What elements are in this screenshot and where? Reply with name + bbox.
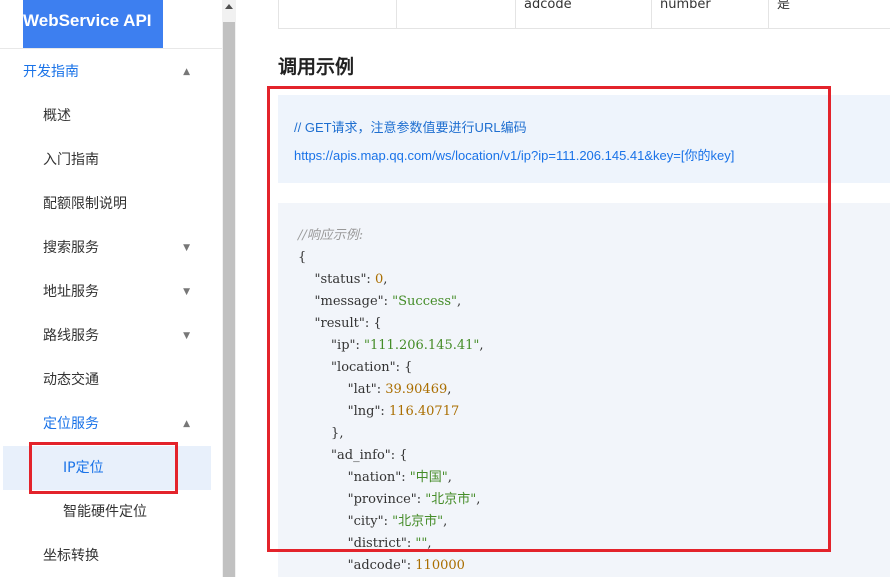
sidebar-item-label: IP定位 <box>63 460 104 476</box>
sidebar-item-location[interactable]: 定位服务 ▲ <box>0 402 222 446</box>
json-key: city <box>353 514 378 529</box>
json-key: nation <box>353 470 396 485</box>
json-value: 116.40717 <box>388 404 460 419</box>
scrollbar-thumb[interactable] <box>223 22 235 577</box>
response-code: //响应示例: { "status": 0, "message": "Succe… <box>298 228 484 573</box>
chevron-down-icon: ▼ <box>183 243 190 253</box>
logo[interactable]: WebService API <box>23 0 163 48</box>
json-value: 0 <box>374 272 384 287</box>
sidebar: WebService API 开发指南 ▲ 概述 入门指南 配额限制说明 搜索服… <box>0 0 222 577</box>
sidebar-item-label: 开发指南 <box>23 64 79 80</box>
json-key: message <box>320 294 378 309</box>
response-example-box: //响应示例: { "status": 0, "message": "Succe… <box>278 203 890 577</box>
sidebar-item-label: 地址服务 <box>43 284 99 300</box>
sidebar-item-ip-location[interactable]: IP定位 <box>3 446 211 490</box>
chevron-down-icon: ▼ <box>183 287 190 297</box>
sidebar-item-overview[interactable]: 概述 <box>0 94 222 138</box>
json-key: adcode <box>353 558 401 573</box>
table-cell <box>396 0 515 28</box>
sidebar-item-label: 入门指南 <box>43 152 99 168</box>
json-key: ad_info <box>337 448 385 463</box>
sidebar-item-label: 概述 <box>43 108 71 124</box>
json-value: 北京市 <box>431 492 471 507</box>
table-row: adcode number 是 <box>278 0 890 29</box>
code-comment: //响应示例: <box>298 228 364 243</box>
json-value: 39.90469 <box>385 382 448 397</box>
divider <box>0 48 222 49</box>
json-key: result <box>320 316 359 331</box>
sidebar-item-traffic[interactable]: 动态交通 <box>0 358 222 402</box>
sidebar-item-route[interactable]: 路线服务 ▼ <box>0 314 222 358</box>
sidebar-item-search[interactable]: 搜索服务 ▼ <box>0 226 222 270</box>
sidebar-item-label: 定位服务 <box>43 416 99 432</box>
chevron-up-icon: ▲ <box>183 67 190 77</box>
json-value: 111.206.145.41 <box>370 338 474 353</box>
sidebar-item-label: 路线服务 <box>43 328 99 344</box>
request-comment: // GET请求，注意参数值要进行URL编码 <box>294 120 527 135</box>
json-key: lat <box>353 382 371 397</box>
sidebar-item-dev-guide[interactable]: 开发指南 ▲ <box>0 50 222 94</box>
sidebar-item-coord-convert[interactable]: 坐标转换 <box>0 534 222 578</box>
sidebar-nav: 开发指南 ▲ 概述 入门指南 配额限制说明 搜索服务 ▼ 地址服务 ▼ 路线服务… <box>0 50 222 578</box>
json-value: Success <box>398 294 452 309</box>
request-url[interactable]: https://apis.map.qq.com/ws/location/v1/i… <box>294 145 734 164</box>
table-cell: adcode <box>515 0 650 28</box>
json-value: 中国 <box>415 470 442 485</box>
json-key: location <box>337 360 390 375</box>
scroll-up-arrow-icon[interactable] <box>225 4 233 9</box>
sidebar-item-address[interactable]: 地址服务 ▼ <box>0 270 222 314</box>
section-title: 调用示例 <box>278 56 355 78</box>
request-example-box: // GET请求，注意参数值要进行URL编码 https://apis.map.… <box>278 95 890 183</box>
sidebar-item-quota[interactable]: 配额限制说明 <box>0 182 222 226</box>
sidebar-item-label: 配额限制说明 <box>43 196 127 212</box>
sidebar-item-label: 坐标转换 <box>43 548 99 564</box>
json-key: province <box>353 492 411 507</box>
main-content: adcode number 是 调用示例 // GET请求，注意参数值要进行UR… <box>236 0 890 577</box>
sidebar-item-label: 动态交通 <box>43 372 99 388</box>
chevron-up-icon: ▲ <box>183 419 190 429</box>
sidebar-item-label: 智能硬件定位 <box>63 504 147 520</box>
sidebar-item-getting-started[interactable]: 入门指南 <box>0 138 222 182</box>
json-value: 110000 <box>415 558 465 573</box>
sidebar-item-label: 搜索服务 <box>43 240 99 256</box>
chevron-down-icon: ▼ <box>183 331 190 341</box>
sidebar-item-hardware-location[interactable]: 智能硬件定位 <box>0 490 222 534</box>
json-value: 北京市 <box>398 514 438 529</box>
table-cell: number <box>651 0 766 28</box>
sidebar-scrollbar[interactable] <box>222 0 236 577</box>
json-key: status <box>320 272 361 287</box>
json-key: lng <box>353 404 375 419</box>
json-key: ip <box>337 338 350 353</box>
table-cell: 是 <box>768 0 890 28</box>
table-cell <box>279 0 395 28</box>
json-key: district <box>353 536 401 551</box>
